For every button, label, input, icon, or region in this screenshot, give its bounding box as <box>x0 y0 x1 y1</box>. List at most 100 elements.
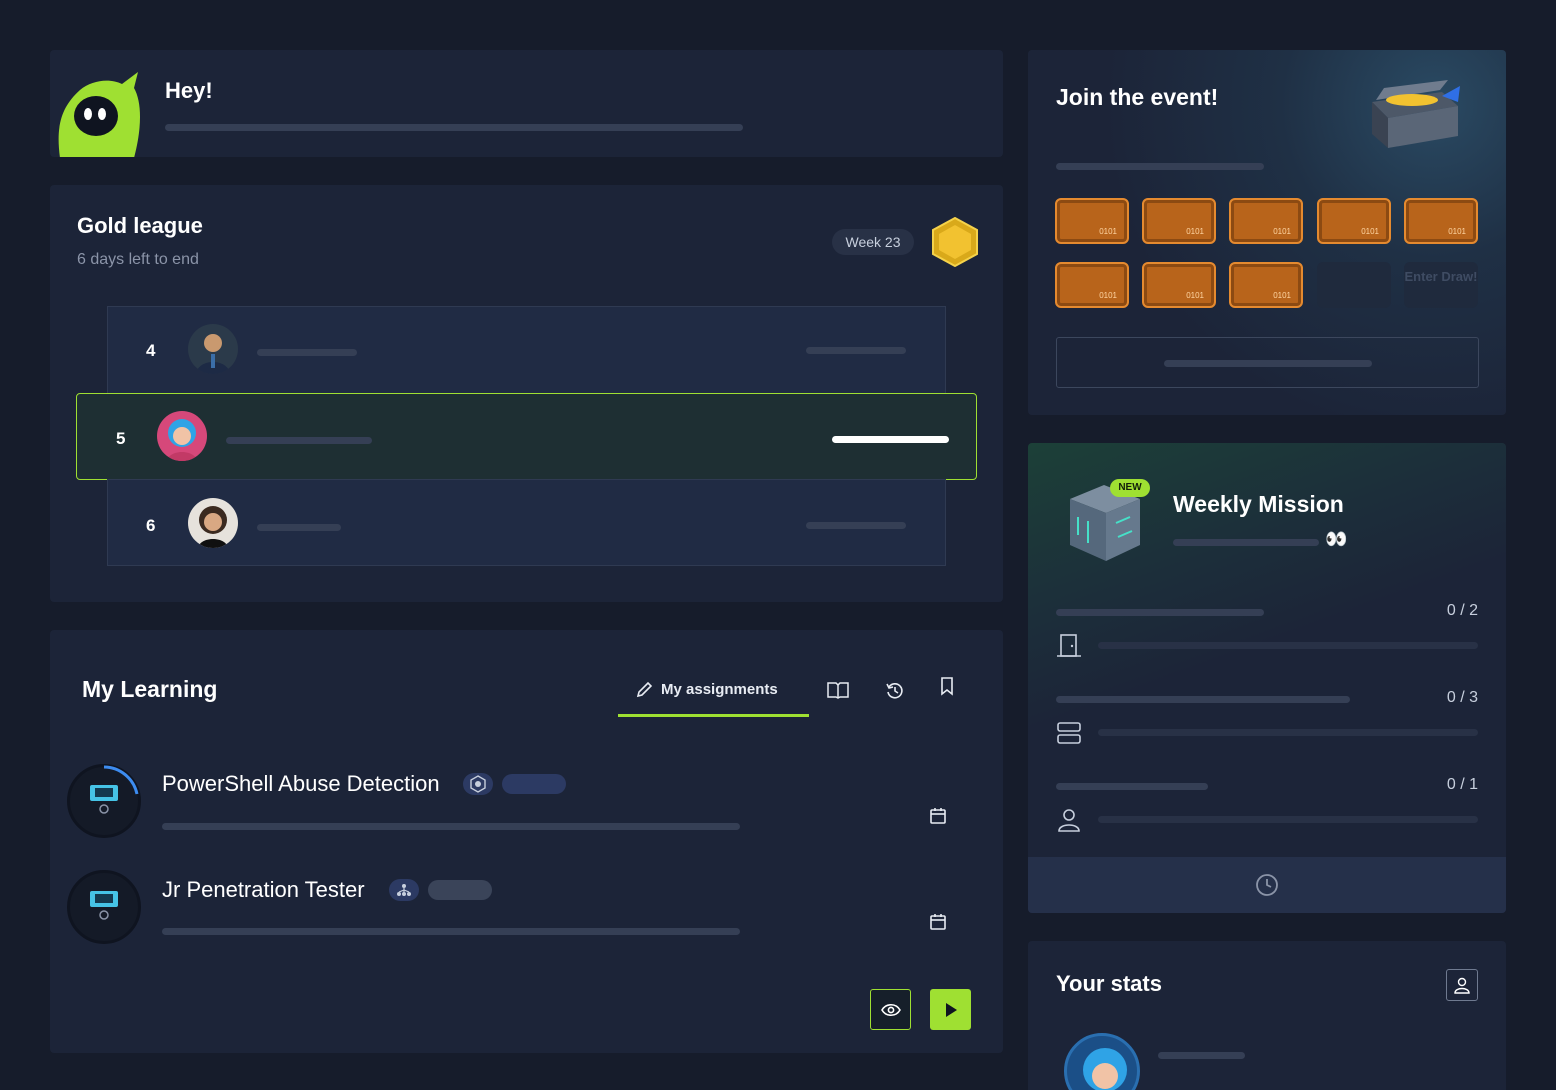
task-label-placeholder <box>1056 783 1208 790</box>
course-progress-placeholder <box>162 928 740 935</box>
play-button[interactable] <box>930 989 971 1030</box>
door-icon <box>1057 634 1081 657</box>
rank-number: 4 <box>146 341 156 360</box>
row-score-placeholder <box>832 436 949 443</box>
week-badge: Week 23 <box>832 229 914 255</box>
task-progress-bar <box>1098 729 1478 736</box>
course-tag-placeholder <box>428 880 492 900</box>
task-count: 0 / 3 <box>1446 689 1478 706</box>
greeting-placeholder-bar <box>165 124 743 131</box>
ticket-icon: 0101 <box>1142 262 1216 308</box>
ticket-label: 0101 <box>1186 291 1204 300</box>
pencil-icon <box>636 681 653 698</box>
course-title[interactable]: Jr Penetration Tester <box>162 877 365 903</box>
server-icon <box>1057 722 1081 744</box>
mission-placeholder-bar <box>1173 539 1319 546</box>
tab-book[interactable] <box>827 681 849 699</box>
stats-title: Your stats <box>1056 971 1162 996</box>
user-icon <box>1058 809 1080 832</box>
ticket-icon: 0101 <box>1055 198 1129 244</box>
tab-my-assignments[interactable]: My assignments <box>636 681 778 698</box>
task-label-placeholder <box>1056 609 1264 616</box>
task-progress-bar <box>1098 816 1478 823</box>
course-thumbnail-icon <box>90 891 118 920</box>
treasure-chest-icon <box>1372 80 1460 148</box>
course-progress-ring[interactable] <box>67 870 141 944</box>
enter-draw-slot[interactable]: Enter Draw! <box>1404 262 1478 308</box>
ticket-label: 0101 <box>1186 227 1204 236</box>
user-icon <box>1454 977 1470 994</box>
league-row-6[interactable]: 6 <box>107 479 946 566</box>
history-icon <box>886 683 903 699</box>
task-count: 0 / 2 <box>1446 602 1478 619</box>
module-icon <box>470 775 486 793</box>
my-learning-card: My Learning My assignments PowerShell Ab… <box>50 630 1003 1053</box>
league-card: Gold league 6 days left to end Week 23 4… <box>50 185 1003 602</box>
league-row-4[interactable]: 4 <box>107 306 946 394</box>
avatar <box>157 411 207 461</box>
task-count: 0 / 1 <box>1446 776 1478 793</box>
ticket-icon: 0101 <box>1055 262 1129 308</box>
ticket-label: 0101 <box>1099 291 1117 300</box>
bookmark-icon <box>941 677 953 696</box>
weekly-mission-card: NEW Weekly Mission 👀 0 / 2 0 / 3 0 / 1 <box>1028 443 1506 913</box>
course-tag-placeholder <box>502 774 566 794</box>
calendar-icon[interactable] <box>929 807 947 825</box>
avatar <box>188 498 238 548</box>
league-row-5-current-user[interactable]: 5 <box>76 393 977 480</box>
avatar <box>188 324 238 374</box>
ticket-icon: 0101 <box>1317 198 1391 244</box>
ticket-icon: 0101 <box>1404 198 1478 244</box>
course-type-badge <box>463 773 493 795</box>
ticket-icon: 0101 <box>1229 262 1303 308</box>
gold-hexagon-medal-icon <box>932 217 978 267</box>
event-placeholder-bar <box>1056 163 1264 170</box>
course-thumbnail-icon <box>90 785 118 814</box>
ticket-icon: 0101 <box>1142 198 1216 244</box>
ticket-label: 0101 <box>1273 227 1291 236</box>
rank-number: 5 <box>116 429 126 448</box>
row-score-placeholder <box>806 522 906 529</box>
view-button[interactable] <box>870 989 911 1030</box>
profile-button[interactable] <box>1446 969 1478 1001</box>
greeting-title: Hey! <box>165 78 213 103</box>
book-icon <box>827 682 849 699</box>
tab-label: My assignments <box>661 681 778 698</box>
course-progress-placeholder <box>162 823 740 830</box>
ticket-label: 0101 <box>1361 227 1379 236</box>
ticket-label: 0101 <box>1273 291 1291 300</box>
mission-footer[interactable] <box>1028 857 1506 913</box>
hooded-mascot-icon <box>58 72 140 157</box>
stats-placeholder-bar <box>1158 1052 1245 1059</box>
row-name-placeholder <box>226 437 372 444</box>
course-title[interactable]: PowerShell Abuse Detection <box>162 771 440 797</box>
course-progress-ring[interactable] <box>67 764 141 838</box>
tab-history[interactable] <box>885 681 905 701</box>
row-name-placeholder <box>257 349 357 356</box>
learning-title: My Learning <box>82 676 218 702</box>
new-badge: NEW <box>1110 479 1150 497</box>
event-card: Join the event! 0101 0101 0101 0101 0101… <box>1028 50 1506 415</box>
your-stats-card: Your stats <box>1028 941 1506 1090</box>
ticket-label: 0101 <box>1099 227 1117 236</box>
task-label-placeholder <box>1056 696 1350 703</box>
ticket-icon: 0101 <box>1229 198 1303 244</box>
calendar-icon[interactable] <box>929 913 947 931</box>
active-tab-indicator <box>618 714 809 717</box>
eye-icon <box>880 1003 901 1016</box>
row-score-placeholder <box>806 347 906 354</box>
clock-icon <box>1256 874 1278 896</box>
user-avatar <box>1064 1033 1140 1090</box>
event-title: Join the event! <box>1056 84 1219 110</box>
tab-bookmarks[interactable] <box>939 676 955 696</box>
empty-ticket-slot <box>1317 262 1391 308</box>
ticket-label: 0101 <box>1448 227 1466 236</box>
league-title: Gold league <box>77 213 203 238</box>
course-type-badge <box>389 879 419 901</box>
row-name-placeholder <box>257 524 341 531</box>
event-action-button[interactable] <box>1056 337 1479 388</box>
greeting-card: Hey! <box>50 50 1003 157</box>
rank-number: 6 <box>146 516 156 535</box>
eyes-emoji: 👀 <box>1325 529 1348 549</box>
path-icon <box>397 884 411 896</box>
